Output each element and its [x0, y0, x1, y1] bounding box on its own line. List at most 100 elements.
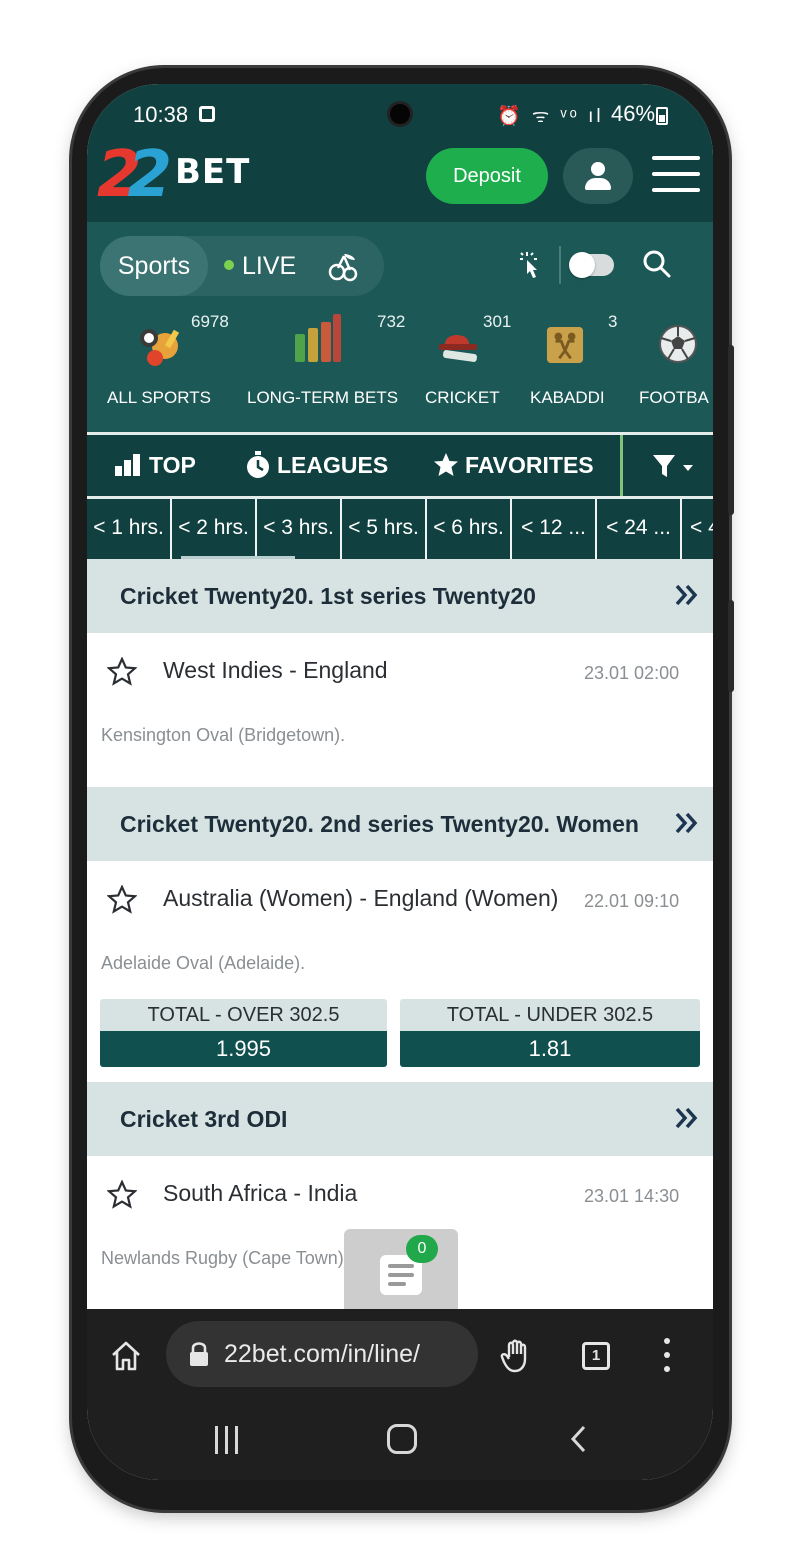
championship-title: Cricket Twenty20. 2nd series Twenty20. W…: [120, 811, 639, 837]
battery-icon: [656, 107, 668, 125]
time-filter-1h[interactable]: < 1 hrs.: [87, 499, 172, 559]
category-count: 732: [377, 312, 406, 331]
mode-switch: Sports LIVE: [100, 236, 384, 296]
hand-icon[interactable]: [499, 1337, 535, 1373]
battery-percent: 46%: [611, 101, 656, 126]
time-filter-24h[interactable]: < 24 ...: [597, 499, 682, 559]
live-tab[interactable]: LIVE: [224, 236, 296, 296]
time-filter-3h[interactable]: < 3 hrs.: [257, 499, 342, 559]
quick-bet-toggle[interactable]: [569, 252, 614, 278]
filter-icon[interactable]: [653, 453, 697, 481]
category-kabaddi[interactable]: 3 KABADDI: [528, 312, 617, 422]
football-icon: [659, 325, 697, 363]
match-datetime: 22.01 09:10: [584, 891, 680, 911]
odds-button-over[interactable]: TOTAL - OVER 302.5 1.995: [100, 999, 387, 1067]
live-dot-icon: [224, 260, 234, 271]
sports-nav: Sports LIVE 6978 ALL SPORTS 732 LONG-TER…: [87, 222, 713, 432]
time-filter-12h[interactable]: < 12 ...: [512, 499, 597, 559]
championship-title: Cricket 3rd ODI: [120, 1106, 288, 1132]
time-filter-5h[interactable]: < 5 hrs.: [342, 499, 427, 559]
status-bar: 10:38 ⏰ ᯤ ᵛᵒ ıl 46%: [87, 84, 713, 134]
account-button[interactable]: [563, 148, 633, 204]
category-label: CRICKET: [425, 388, 500, 407]
brand-logo[interactable]: 22 BET: [97, 138, 277, 214]
status-icons: ⏰ ᯤ ᵛᵒ ıl: [497, 106, 604, 127]
event-card[interactable]: Australia (Women) - England (Women) 22.0…: [87, 861, 713, 1082]
favorite-star-icon[interactable]: [107, 1180, 137, 1210]
category-label: FOOTBA: [639, 388, 709, 407]
favorite-star-icon[interactable]: [107, 657, 137, 687]
back-icon[interactable]: [565, 1424, 595, 1454]
lock-icon: [190, 1342, 208, 1366]
user-icon: [591, 162, 605, 176]
category-count: 6978: [191, 312, 229, 331]
status-time: 10:38: [133, 102, 189, 127]
event-card[interactable]: West Indies - England 23.01 02:00 Kensin…: [87, 633, 713, 787]
time-filter-more[interactable]: < 4: [682, 499, 713, 559]
tab-switcher-icon[interactable]: 1: [582, 1342, 610, 1370]
favorite-star-icon[interactable]: [107, 885, 137, 915]
address-bar[interactable]: 22bet.com/in/line/: [166, 1321, 478, 1387]
double-chevron-right-icon: [675, 812, 698, 834]
match-venue: Adelaide Oval (Adelaide).: [101, 953, 306, 973]
bet-slip-button[interactable]: 0: [344, 1229, 458, 1313]
category-all-sports[interactable]: 6978 ALL SPORTS: [107, 312, 229, 422]
match-teams: Australia (Women) - England (Women): [163, 885, 559, 911]
odds-value: 1.995: [100, 1031, 387, 1067]
time-filter-2h[interactable]: < 2 hrs.: [172, 499, 257, 559]
time-filter-6h[interactable]: < 6 hrs.: [427, 499, 512, 559]
category-cricket[interactable]: 301 CRICKET: [421, 312, 511, 422]
category-label: KABADDI: [530, 388, 605, 407]
championship-header[interactable]: Cricket Twenty20. 1st series Twenty20: [87, 559, 713, 633]
category-football[interactable]: FOOTBA: [638, 312, 713, 422]
odds-label: TOTAL - UNDER 302.5: [400, 999, 700, 1031]
star-icon: [434, 452, 458, 476]
category-long-term-bets[interactable]: 732 LONG-TERM BETS: [243, 312, 406, 422]
tab-leagues[interactable]: LEAGUES: [245, 435, 388, 497]
category-count: 3: [608, 312, 618, 331]
home-icon[interactable]: [109, 1339, 143, 1373]
url-text: 22bet.com/in/line/: [224, 1340, 420, 1368]
front-camera: [390, 104, 410, 124]
double-chevron-right-icon: [675, 584, 698, 606]
all-sports-icon: [140, 329, 180, 366]
kabaddi-icon: [546, 326, 584, 364]
phone-screen: 10:38 ⏰ ᯤ ᵛᵒ ıl 46% 22 BET Deposit Sport…: [87, 84, 713, 1480]
stopwatch-icon: [247, 450, 269, 478]
app-header: 22 BET Deposit: [87, 134, 713, 222]
cherry-slots-icon[interactable]: [328, 250, 360, 282]
category-label: LONG-TERM BETS: [247, 388, 399, 407]
bar-chart-icon: [295, 314, 341, 362]
category-label: ALL SPORTS: [107, 388, 211, 407]
one-click-bet-icon[interactable]: [515, 250, 545, 280]
hamburger-menu-icon[interactable]: [652, 154, 700, 194]
match-datetime: 23.01 02:00: [584, 663, 680, 683]
match-teams: South Africa - India: [163, 1180, 358, 1206]
tab-favorites[interactable]: FAVORITES: [433, 435, 594, 497]
deposit-button[interactable]: Deposit: [426, 148, 548, 204]
screenshot-notification-icon: [199, 106, 215, 122]
system-home-icon[interactable]: [387, 1424, 417, 1454]
championship-title: Cricket Twenty20. 1st series Twenty20: [120, 583, 536, 609]
system-navigation-bar: [87, 1402, 713, 1480]
match-venue: Kensington Oval (Bridgetown).: [101, 725, 346, 745]
championship-header[interactable]: Cricket 3rd ODI: [87, 1082, 713, 1156]
odds-value: 1.81: [400, 1031, 700, 1067]
section-tabs: TOP LEAGUES FAVORITES: [87, 432, 713, 499]
category-count: 301: [483, 312, 512, 331]
double-chevron-right-icon: [675, 1107, 698, 1129]
search-icon[interactable]: [641, 248, 673, 280]
browser-toolbar: 22bet.com/in/line/ 1: [87, 1309, 713, 1402]
more-options-icon[interactable]: [663, 1338, 671, 1372]
cricket-icon: [439, 335, 478, 362]
bar-chart-icon: [115, 453, 140, 476]
match-datetime: 23.01 14:30: [584, 1186, 680, 1206]
championship-header[interactable]: Cricket Twenty20. 2nd series Twenty20. W…: [87, 787, 713, 861]
odds-button-under[interactable]: TOTAL - UNDER 302.5 1.81: [400, 999, 700, 1067]
recent-apps-icon[interactable]: [213, 1426, 241, 1454]
power-button: [728, 600, 734, 692]
bet-slip-count-badge: 0: [406, 1235, 438, 1263]
sports-tab[interactable]: Sports: [100, 236, 208, 296]
volume-button: [728, 345, 734, 515]
tab-top[interactable]: TOP: [115, 435, 196, 497]
